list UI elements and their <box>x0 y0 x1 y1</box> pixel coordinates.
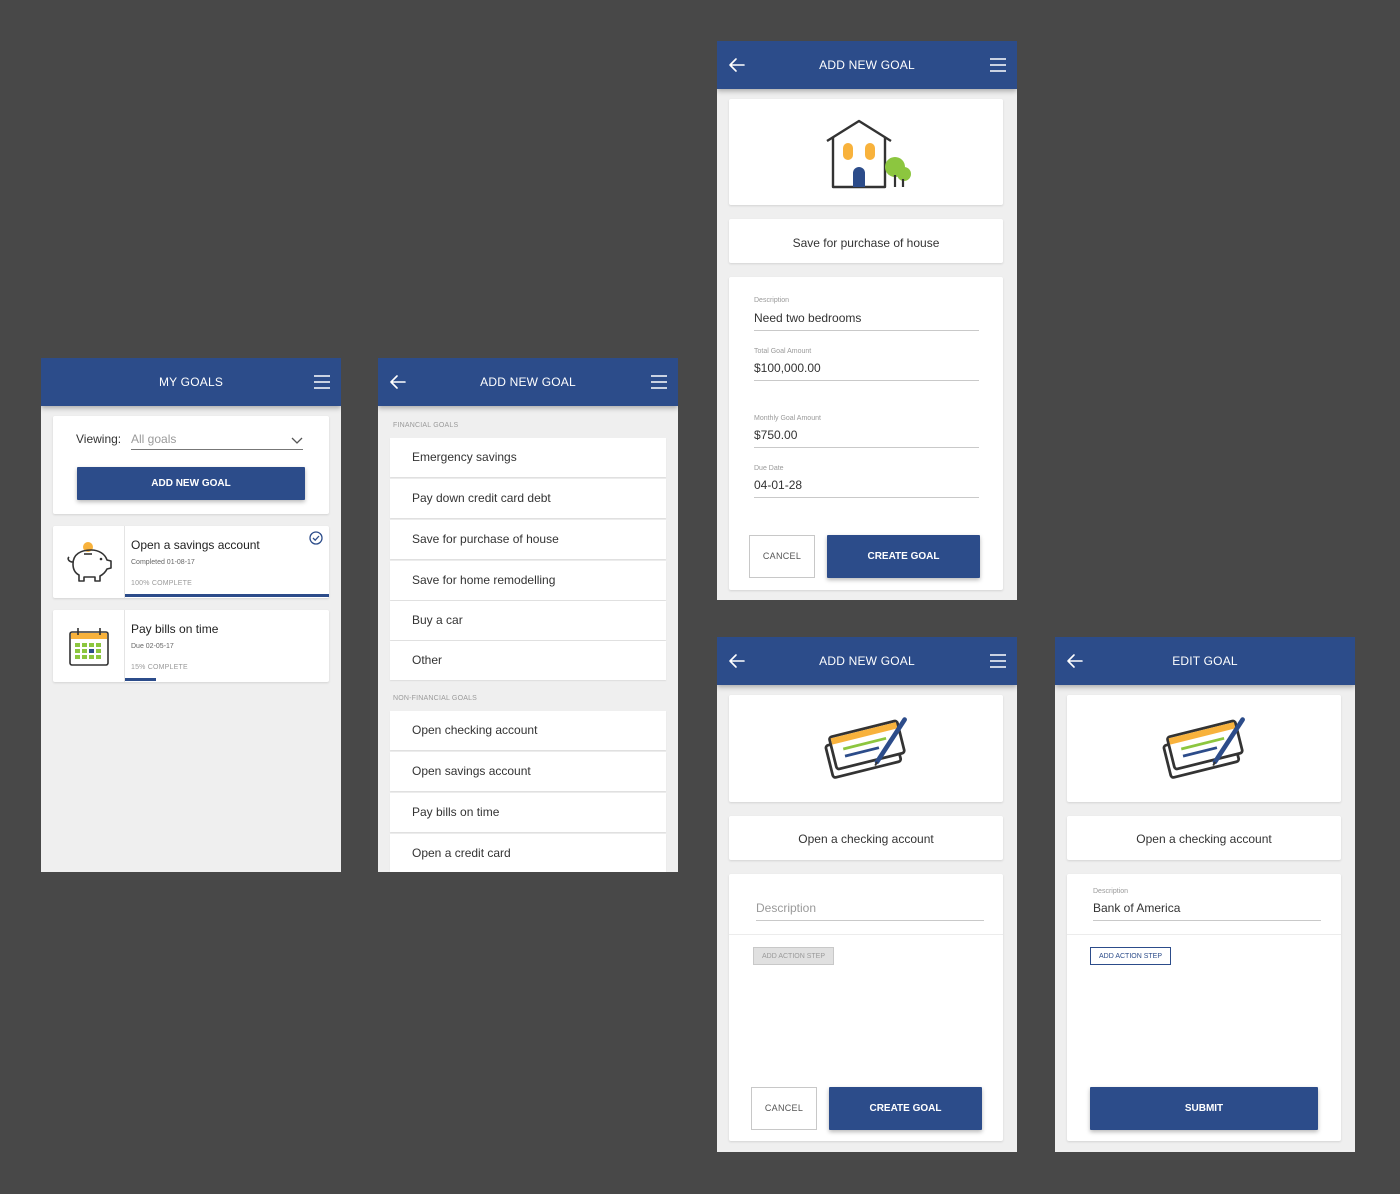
goal-title: Pay bills on time <box>131 622 219 636</box>
description-underline <box>1093 920 1321 921</box>
viewing-select[interactable]: All goals <box>131 428 303 450</box>
description-field[interactable]: Description <box>756 901 816 915</box>
goal-option[interactable]: Pay down credit card debt <box>390 479 666 518</box>
edit-goal-screen: EDIT GOAL Open a checking account Descri… <box>1055 637 1355 1152</box>
app-bar: MY GOALS <box>41 358 341 406</box>
screen-title: ADD NEW GOAL <box>819 654 915 668</box>
goal-name: Open a checking account <box>1136 832 1272 846</box>
goal-image-card <box>729 695 1003 802</box>
goal-card[interactable]: Open a savings account Completed 01-08-1… <box>53 526 329 598</box>
progress-fill <box>125 594 329 597</box>
goal-name-card: Open a checking account <box>1067 816 1341 860</box>
goal-date: Completed 01-08-17 <box>131 559 195 566</box>
screen-title: EDIT GOAL <box>1172 654 1238 668</box>
goal-form-card: Description Bank of America ADD ACTION S… <box>1067 874 1341 1141</box>
goal-form-card: Description Need two bedrooms Total Goal… <box>729 277 1003 590</box>
description-field[interactable]: Need two bedrooms <box>754 311 861 325</box>
add-action-step-button[interactable]: ADD ACTION STEP <box>753 947 835 965</box>
menu-icon[interactable] <box>313 373 331 391</box>
screen-title: ADD NEW GOAL <box>819 58 915 72</box>
goal-option[interactable]: Emergency savings <box>390 438 666 477</box>
description-underline <box>754 330 979 331</box>
screen-title: ADD NEW GOAL <box>480 375 576 389</box>
form-divider <box>729 934 1003 935</box>
create-goal-button[interactable]: CREATE GOAL <box>827 535 980 578</box>
app-bar: ADD NEW GOAL <box>717 41 1017 89</box>
goal-option[interactable]: Pay bills on time <box>390 793 666 832</box>
add-new-goal-list-screen: ADD NEW GOAL FINANCIAL GOALS Emergency s… <box>378 358 678 872</box>
create-goal-button[interactable]: CREATE GOAL <box>829 1087 982 1130</box>
cancel-button[interactable]: CANCEL <box>749 535 815 578</box>
goal-card[interactable]: Pay bills on time Due 02-05-17 15% COMPL… <box>53 610 329 682</box>
due-date-field[interactable]: 04-01-28 <box>754 478 802 492</box>
goal-image-card <box>1067 695 1341 802</box>
menu-icon[interactable] <box>650 373 668 391</box>
monthly-goal-amount-underline <box>754 447 979 448</box>
menu-icon[interactable] <box>989 652 1007 670</box>
non-financial-goals-label: NON-FINANCIAL GOALS <box>393 695 478 702</box>
goal-name-card: Save for purchase of house <box>729 219 1003 263</box>
goal-form-card: Description ADD ACTION STEP CANCEL CREAT… <box>729 874 1003 1141</box>
screen-title: MY GOALS <box>158 375 224 389</box>
menu-icon[interactable] <box>989 56 1007 74</box>
viewing-label: Viewing: <box>76 432 122 446</box>
filter-card: Viewing: All goals ADD NEW GOAL <box>53 416 329 514</box>
total-goal-amount-label: Total Goal Amount <box>754 348 812 355</box>
financial-goals-label: FINANCIAL GOALS <box>393 422 459 429</box>
goal-option[interactable]: Save for purchase of house <box>390 520 666 559</box>
goal-name-card: Open a checking account <box>729 816 1003 860</box>
cancel-button[interactable]: CANCEL <box>751 1087 817 1130</box>
goal-option[interactable]: Open savings account <box>390 752 666 791</box>
add-goal-checking-screen: ADD NEW GOAL Open a checking account Des… <box>717 637 1017 1152</box>
calendar-icon <box>69 628 109 666</box>
goal-option[interactable]: Save for home remodelling <box>390 561 666 600</box>
goal-icon-tile <box>53 526 125 598</box>
goal-percent: 15% COMPLETE <box>131 664 188 671</box>
goal-icon-tile <box>53 610 125 682</box>
house-icon <box>826 119 911 189</box>
goal-title: Open a savings account <box>131 538 260 552</box>
total-goal-amount-underline <box>754 380 979 381</box>
app-bar: ADD NEW GOAL <box>717 637 1017 685</box>
viewing-select-value: All goals <box>131 432 177 446</box>
description-field[interactable]: Bank of America <box>1093 901 1180 915</box>
progress-bar <box>125 678 329 681</box>
goal-option[interactable]: Open a credit card <box>390 834 666 872</box>
goal-image-card <box>729 99 1003 205</box>
progress-bar <box>125 594 329 597</box>
app-bar: EDIT GOAL <box>1055 637 1355 685</box>
check-circle-icon <box>309 531 323 545</box>
piggy-bank-icon <box>67 542 112 582</box>
goal-date: Due 02-05-17 <box>131 643 174 650</box>
description-underline <box>756 920 984 921</box>
progress-fill <box>125 678 156 681</box>
goal-name: Save for purchase of house <box>792 236 940 250</box>
goal-name: Open a checking account <box>798 832 934 846</box>
add-action-step-button[interactable]: ADD ACTION STEP <box>1090 947 1172 965</box>
description-label: Description <box>1093 888 1129 895</box>
my-goals-screen: MY GOALS Viewing: All goals ADD NEW GOAL… <box>41 358 341 872</box>
chevron-down-icon <box>291 437 303 444</box>
total-goal-amount-field[interactable]: $100,000.00 <box>754 361 821 375</box>
due-date-label: Due Date <box>754 465 784 472</box>
goal-option[interactable]: Open checking account <box>390 711 666 750</box>
checks-icon <box>1158 711 1250 787</box>
due-date-underline <box>754 497 979 498</box>
monthly-goal-amount-label: Monthly Goal Amount <box>754 415 821 422</box>
goal-option[interactable]: Buy a car <box>390 601 666 640</box>
app-bar: ADD NEW GOAL <box>378 358 678 406</box>
add-goal-house-screen: ADD NEW GOAL Save for purchase of house … <box>717 41 1017 600</box>
form-divider <box>1067 934 1341 935</box>
goal-option[interactable]: Other <box>390 641 666 680</box>
monthly-goal-amount-field[interactable]: $750.00 <box>754 428 797 442</box>
submit-button[interactable]: SUBMIT <box>1090 1087 1318 1130</box>
goal-percent: 100% COMPLETE <box>131 580 192 587</box>
checks-icon <box>820 711 912 787</box>
add-new-goal-button[interactable]: ADD NEW GOAL <box>77 467 305 500</box>
description-label: Description <box>754 297 790 304</box>
